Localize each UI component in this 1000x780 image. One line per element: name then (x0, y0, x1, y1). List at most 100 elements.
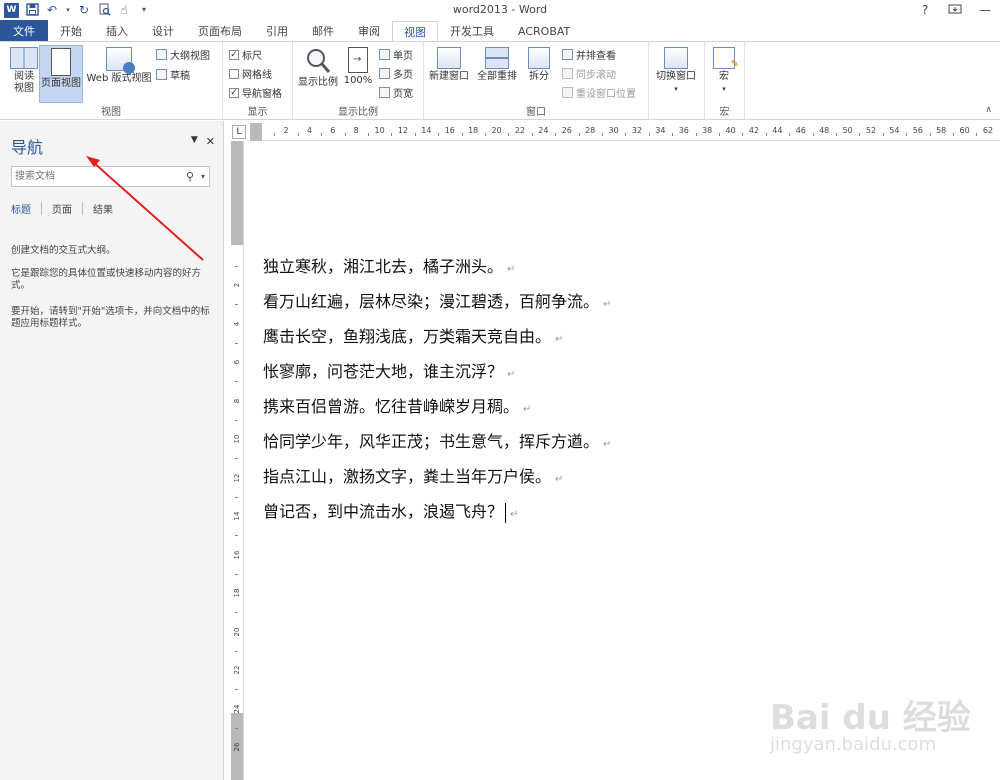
arrange-all-button[interactable]: 全部重排 (474, 45, 520, 83)
ruler-number: 22 (514, 126, 526, 135)
zoom-button[interactable]: 显示比例 (295, 45, 341, 89)
search-options-icon[interactable]: ▾ (197, 172, 209, 181)
nav-pane-checkbox[interactable]: ✓ 导航窗格 (229, 85, 282, 100)
reset-position-label: 重设窗口位置 (576, 89, 636, 100)
nav-tab-results[interactable]: 结果 (93, 201, 123, 216)
ruler-tick (672, 133, 674, 136)
tab-selector[interactable]: L (232, 125, 246, 139)
sync-scroll-button[interactable]: 同步滚动 (562, 66, 616, 81)
document-line[interactable]: 看万山红遍，层林尽染；漫江碧透，百舸争流。 ↵ (263, 288, 611, 312)
search-input[interactable] (12, 167, 183, 186)
split-button[interactable]: 拆分 (522, 45, 556, 83)
ruler-number: 18 (468, 126, 479, 135)
document-line[interactable]: 怅寥廓，问苍茫大地，谁主沉浮？ ↵ (263, 358, 515, 382)
tab-references[interactable]: 引用 (254, 20, 300, 41)
ruler-checkbox[interactable]: ✓ 标尺 (229, 47, 262, 62)
outline-button[interactable]: 大纲视图 (156, 47, 210, 62)
page-width-button[interactable]: 页宽 (379, 85, 413, 100)
nav-tab-pages[interactable]: 页面 (52, 201, 82, 216)
one-page-label: 单页 (393, 51, 413, 62)
document-line[interactable]: 曾记否，到中流击水，浪遏飞舟？ ↵ (263, 498, 518, 523)
ruler-tick (976, 133, 978, 136)
ruler-number: 56 (912, 126, 923, 135)
web-layout-button[interactable]: Web 版式视图 (84, 45, 154, 85)
collapse-ribbon-icon[interactable]: ∧ (985, 105, 992, 115)
ruler-number: 14 (233, 511, 241, 521)
nav-tab-divider (41, 202, 42, 215)
ribbon-display-options-icon[interactable] (940, 0, 970, 20)
zoom-100-button[interactable]: → 100% (341, 45, 375, 87)
close-icon[interactable]: ✕ (206, 135, 215, 148)
ruler-margin (250, 123, 262, 141)
horizontal-ruler[interactable]: 2 4 6 8 10 12 14 16 18 20 22 24 26 28 30 32 34 36 38 40 42 44… (250, 123, 1000, 141)
tab-design[interactable]: 设计 (140, 20, 186, 41)
outline-icon (156, 49, 167, 60)
tab-page-layout[interactable]: 页面布局 (186, 20, 254, 41)
save-icon[interactable] (25, 3, 39, 17)
tab-file[interactable]: 文件 (0, 20, 48, 41)
customize-qat-icon[interactable]: ▾ (137, 3, 151, 17)
ruler-number: 46 (795, 126, 806, 135)
chevron-down-icon: ▾ (674, 85, 678, 93)
arrange-all-label: 全部重排 (477, 71, 517, 82)
tab-mailings[interactable]: 邮件 (300, 20, 346, 41)
page-width-icon (379, 87, 390, 98)
views-group-label: 视图 (101, 107, 121, 118)
document-line[interactable]: 携来百侣曾游。忆往昔峥嵘岁月稠。 ↵ (263, 393, 531, 417)
multi-page-button[interactable]: 多页 (379, 66, 413, 81)
ribbon: 阅读 视图 页面视图 Web 版式视图 大纲视图 草稿 视图 ✓ 标尺 网格线 (0, 41, 1000, 120)
one-page-icon (379, 49, 390, 60)
window-group: 新建窗口 全部重排 拆分 并排查看 同步滚动 重设窗口位置 窗口 (424, 42, 649, 119)
switch-windows-group: 切换窗口 ▾ (649, 42, 705, 119)
title-bar: W ↶ ▾ ↻ ☝ ▾ word2013 - Word ? — (0, 0, 1000, 20)
tab-acrobat[interactable]: ACROBAT (506, 20, 582, 41)
redo-icon[interactable]: ↻ (77, 3, 91, 17)
gridlines-checkbox[interactable]: 网格线 (229, 66, 272, 81)
nav-pane-check-icon: ✓ (229, 87, 239, 98)
tab-review[interactable]: 审阅 (346, 20, 392, 41)
ruler-number: 14 (421, 126, 432, 135)
word-app-icon[interactable]: W (4, 2, 19, 18)
side-by-side-button[interactable]: 并排查看 (562, 47, 616, 62)
document-line[interactable]: 鹰击长空，鱼翔浅底，万类霜天竞自由。 ↵ (263, 323, 563, 347)
zoom-label: 显示比例 (298, 77, 338, 88)
vertical-ruler[interactable]: 2 4 6 8 10 12 14 16 18 20 22 24 26 (230, 141, 244, 780)
ruler-number: 8 (353, 126, 359, 135)
document-line[interactable]: 独立寒秋，湘江北去，橘子洲头。 ↵ (263, 253, 515, 277)
ruler-tick (391, 133, 393, 136)
help-button[interactable]: ? (910, 0, 940, 20)
tab-developer[interactable]: 开发工具 (438, 20, 506, 41)
ruler-tick (235, 612, 238, 614)
document-page[interactable] (246, 141, 1000, 780)
qat-dropdown-icon[interactable]: ▾ (65, 3, 71, 17)
undo-icon[interactable]: ↶ (45, 3, 59, 17)
web-layout-label: Web 版式视图 (86, 73, 152, 84)
document-line[interactable]: 指点江山，激扬文字，粪土当年万户侯。 ↵ (263, 463, 563, 487)
ruler-number: 20 (491, 126, 502, 135)
ruler-tick (578, 133, 580, 136)
touch-mode-icon[interactable]: ☝ (117, 3, 131, 17)
print-layout-button[interactable]: 页面视图 (39, 45, 83, 103)
nav-tab-headings[interactable]: 标题 (11, 201, 41, 216)
ruler-number: 60 (959, 126, 970, 135)
search-icon[interactable]: ⚲ (183, 170, 197, 183)
draft-button[interactable]: 草稿 (156, 67, 190, 82)
ruler-tick (601, 133, 603, 136)
ruler-tick (929, 133, 931, 136)
document-line[interactable]: 恰同学少年，风华正茂；书生意气，挥斥方遒。 ↵ (263, 428, 611, 452)
minimize-button[interactable]: — (970, 0, 1000, 20)
tab-home[interactable]: 开始 (48, 20, 94, 41)
print-preview-icon[interactable] (97, 3, 111, 17)
web-layout-icon (106, 47, 135, 74)
ruler-tick (952, 133, 954, 136)
reset-position-button[interactable]: 重设窗口位置 (562, 85, 636, 100)
ruler-tick (344, 133, 346, 136)
nav-pane-options-icon[interactable]: ▼ (191, 135, 198, 148)
split-icon (528, 47, 550, 69)
switch-windows-button[interactable]: 切换窗口 ▾ (651, 45, 701, 95)
tab-insert[interactable]: 插入 (94, 20, 140, 41)
one-page-button[interactable]: 单页 (379, 47, 413, 62)
tab-view[interactable]: 视图 (392, 21, 438, 42)
new-window-button[interactable]: 新建窗口 (426, 45, 472, 83)
macros-button[interactable]: ✎ 宏 ▾ (707, 45, 741, 95)
